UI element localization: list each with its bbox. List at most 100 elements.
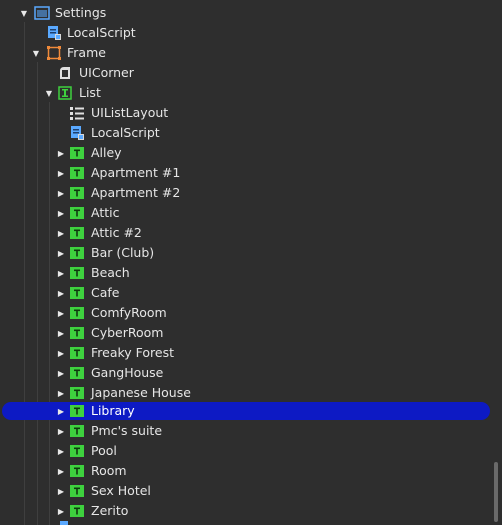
tree-row-settings[interactable]: ▼ Settings: [0, 3, 490, 23]
text-button-icon: [69, 503, 85, 519]
tree-row-label: Freaky Forest: [91, 345, 175, 360]
tree-row-label: LocalScript: [91, 125, 160, 140]
tree-row-apartment-2[interactable]: ▶ Apartment #2: [0, 183, 490, 203]
text-button-icon: [69, 325, 85, 341]
tree-row-library[interactable]: ▶ Library: [0, 401, 490, 421]
expand-arrow-icon[interactable]: ▶: [56, 506, 66, 516]
tree-row-label: GangHouse: [91, 365, 164, 380]
tree-row-attic[interactable]: ▶ Attic: [0, 203, 490, 223]
tree-row-frame[interactable]: ▼ Frame: [0, 43, 490, 63]
tree-row-apartment-1[interactable]: ▶ Apartment #1: [0, 163, 490, 183]
tree-row-label: Library: [91, 403, 135, 418]
tree-row-label: Bar (Club): [91, 245, 155, 260]
text-button-icon: [69, 185, 85, 201]
text-button-icon: [69, 403, 85, 419]
tree-row-cafe[interactable]: ▶ Cafe: [0, 283, 490, 303]
expand-arrow-icon[interactable]: ▶: [56, 168, 66, 178]
tree-row-zerito[interactable]: ▶ Zerito: [0, 501, 490, 521]
tree-row-label: Cafe: [91, 285, 120, 300]
collapse-arrow-icon[interactable]: ▼: [44, 88, 54, 98]
tree-row-label: Settings: [55, 5, 107, 20]
tree-row-label: Room: [91, 463, 127, 478]
scrolling-frame-icon: [57, 85, 73, 101]
tree-row-label: Apartment #1: [91, 165, 181, 180]
tree-row-uilistlayout[interactable]: UIListLayout: [0, 103, 490, 123]
explorer-tree: ▼ Settings LocalScript ▼ Frame UICorner …: [0, 0, 502, 525]
expand-arrow-icon[interactable]: ▶: [56, 208, 66, 218]
expand-arrow-icon[interactable]: ▶: [56, 268, 66, 278]
expand-arrow-icon[interactable]: ▶: [56, 368, 66, 378]
expand-arrow-icon[interactable]: ▶: [56, 328, 66, 338]
text-button-icon: [69, 285, 85, 301]
expand-arrow-icon[interactable]: ▶: [56, 248, 66, 258]
tree-row-label: LocalScript: [67, 25, 136, 40]
partial-row-icon: [60, 521, 68, 525]
tree-row-label: Attic #2: [91, 225, 142, 240]
text-button-icon: [69, 305, 85, 321]
expand-arrow-icon[interactable]: ▶: [56, 188, 66, 198]
tree-row-uicorner[interactable]: UICorner: [0, 63, 490, 83]
text-button-icon: [69, 165, 85, 181]
tree-row-label: Pmc's suite: [91, 423, 163, 438]
tree-row-label: UICorner: [79, 65, 134, 80]
expand-arrow-icon[interactable]: ▶: [56, 406, 66, 416]
tree-row-pmcs-suite[interactable]: ▶ Pmc's suite: [0, 421, 490, 441]
expand-arrow-icon[interactable]: ▶: [56, 486, 66, 496]
tree-row-list[interactable]: ▼ List: [0, 83, 490, 103]
frame-icon: [46, 45, 62, 61]
expand-arrow-icon[interactable]: ▶: [56, 466, 66, 476]
expand-arrow-icon[interactable]: ▶: [56, 348, 66, 358]
expand-arrow-icon[interactable]: ▶: [56, 308, 66, 318]
tree-row-sex-hotel[interactable]: ▶ Sex Hotel: [0, 481, 490, 501]
tree-row-alley[interactable]: ▶ Alley: [0, 143, 490, 163]
tree-row-ganghouse[interactable]: ▶ GangHouse: [0, 363, 490, 383]
tree-row-label: Zerito: [91, 503, 129, 518]
tree-row-attic-2[interactable]: ▶ Attic #2: [0, 223, 490, 243]
tree-row-pool[interactable]: ▶ Pool: [0, 441, 490, 461]
tree-row-beach[interactable]: ▶ Beach: [0, 263, 490, 283]
expand-arrow-icon[interactable]: ▶: [56, 228, 66, 238]
tree-row-freaky-forest[interactable]: ▶ Freaky Forest: [0, 343, 490, 363]
tree-row-label: Pool: [91, 443, 117, 458]
ui-corner-icon: [57, 65, 73, 81]
tree-row-label: Beach: [91, 265, 130, 280]
tree-row-label: Frame: [67, 45, 106, 60]
text-button-icon: [69, 245, 85, 261]
tree-row-label: List: [79, 85, 101, 100]
tree-row-label: Alley: [91, 145, 122, 160]
local-script-icon: [46, 25, 62, 41]
tree-row-room[interactable]: ▶ Room: [0, 461, 490, 481]
text-button-icon: [69, 225, 85, 241]
vertical-scrollbar-thumb[interactable]: [494, 462, 498, 522]
tree-row-comfyroom[interactable]: ▶ ComfyRoom: [0, 303, 490, 323]
tree-row-label: UIListLayout: [91, 105, 169, 120]
text-button-icon: [69, 145, 85, 161]
tree-row-label: Attic: [91, 205, 120, 220]
tree-row-localscript[interactable]: LocalScript: [0, 123, 490, 143]
text-button-icon: [69, 443, 85, 459]
tree-row-label: Japanese House: [91, 385, 191, 400]
text-button-icon: [69, 463, 85, 479]
tree-row-localscript[interactable]: LocalScript: [0, 23, 490, 43]
local-script-icon: [69, 125, 85, 141]
tree-row-bar-club[interactable]: ▶ Bar (Club): [0, 243, 490, 263]
expand-arrow-icon[interactable]: ▶: [56, 426, 66, 436]
tree-row-label: ComfyRoom: [91, 305, 167, 320]
tree-row-japanese-house[interactable]: ▶ Japanese House: [0, 383, 490, 403]
expand-arrow-icon[interactable]: ▶: [56, 446, 66, 456]
screen-gui-icon: [34, 5, 50, 21]
collapse-arrow-icon[interactable]: ▼: [31, 48, 41, 58]
tree-row-cyberroom[interactable]: ▶ CyberRoom: [0, 323, 490, 343]
text-button-icon: [69, 345, 85, 361]
expand-arrow-icon[interactable]: ▶: [56, 148, 66, 158]
text-button-icon: [69, 423, 85, 439]
expand-arrow-icon[interactable]: ▶: [56, 388, 66, 398]
collapse-arrow-icon[interactable]: ▼: [19, 8, 29, 18]
text-button-icon: [69, 385, 85, 401]
text-button-icon: [69, 205, 85, 221]
text-button-icon: [69, 365, 85, 381]
tree-row-label: Apartment #2: [91, 185, 181, 200]
tree-row-label: Sex Hotel: [91, 483, 151, 498]
text-button-icon: [69, 265, 85, 281]
expand-arrow-icon[interactable]: ▶: [56, 288, 66, 298]
